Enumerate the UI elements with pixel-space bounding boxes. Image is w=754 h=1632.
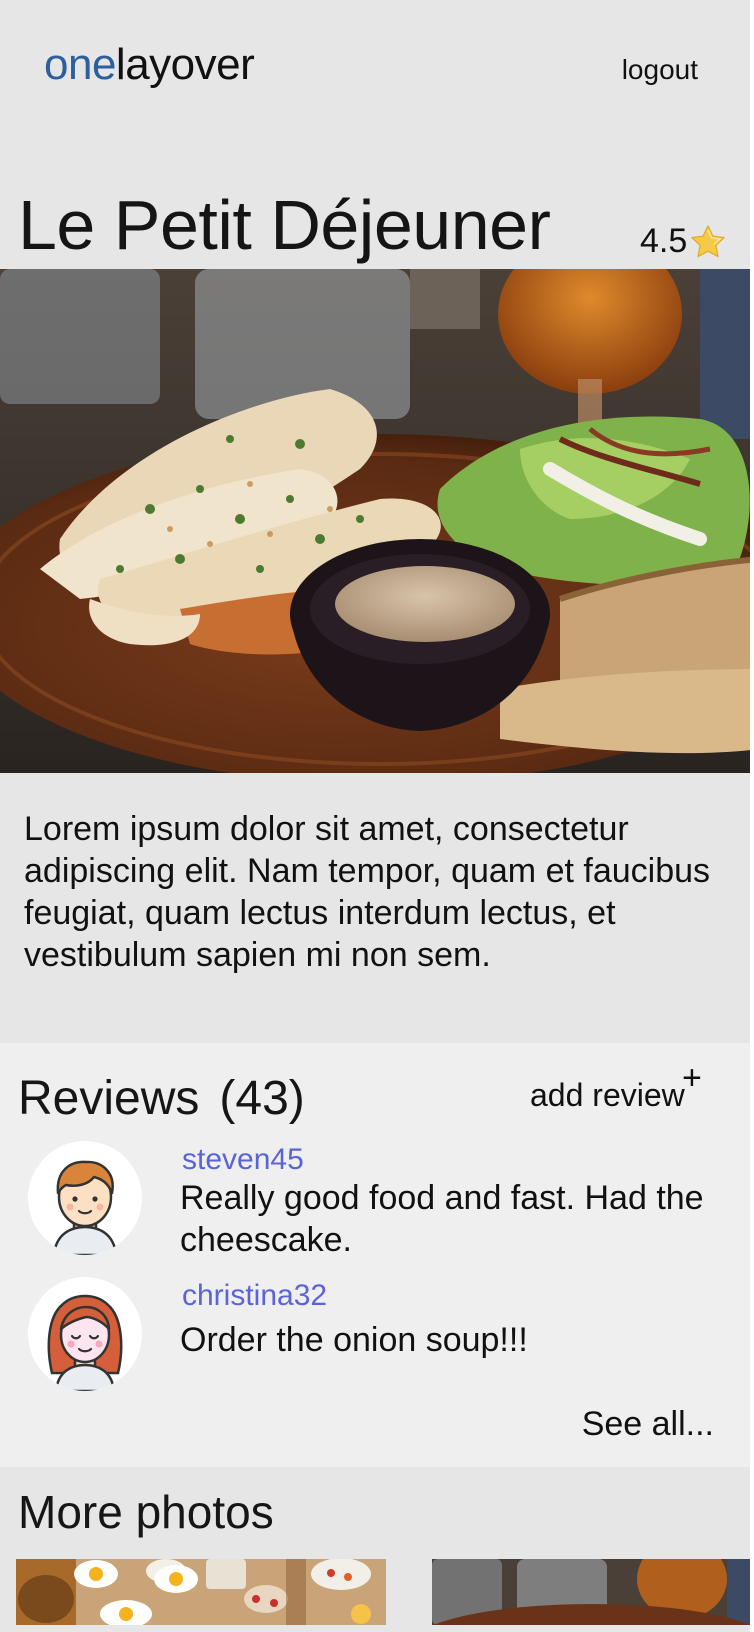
restaurant-page: onelayover logout Le Petit Déjeuner 4.5 bbox=[0, 0, 750, 1632]
see-all-reviews-link[interactable]: See all... bbox=[582, 1405, 714, 1444]
logout-link[interactable]: logout bbox=[622, 54, 698, 86]
reviews-section: Reviews (43) add review + steven45 Reall… bbox=[0, 1043, 750, 1467]
logo-layover: layover bbox=[115, 40, 255, 89]
review-text: Really good food and fast. Had the chees… bbox=[180, 1179, 704, 1259]
app-logo[interactable]: onelayover bbox=[44, 40, 255, 90]
female-avatar-icon bbox=[47, 1294, 123, 1391]
rating-value: 4.5 bbox=[640, 222, 688, 260]
reviews-heading: Reviews (43) bbox=[18, 1071, 305, 1126]
restaurant-name: Le Petit Déjeuner bbox=[18, 186, 551, 264]
male-avatar-icon bbox=[52, 1160, 118, 1255]
plus-icon[interactable]: + bbox=[682, 1061, 702, 1095]
avatar bbox=[28, 1277, 142, 1391]
food-plate-image bbox=[0, 269, 750, 773]
review-username[interactable]: steven45 bbox=[182, 1143, 304, 1177]
restaurant-description: Lorem ipsum dolor sit amet, consectetur … bbox=[24, 810, 711, 974]
app-header: onelayover logout bbox=[0, 0, 750, 140]
add-review-button[interactable]: add review bbox=[530, 1077, 685, 1114]
star-icon bbox=[691, 224, 726, 257]
rating: 4.5 bbox=[640, 222, 727, 261]
review-username[interactable]: christina32 bbox=[182, 1279, 327, 1313]
breakfast-photo bbox=[16, 1559, 386, 1625]
avatar bbox=[28, 1141, 142, 1255]
photo-thumbnail[interactable] bbox=[432, 1559, 750, 1625]
food-plate-photo bbox=[432, 1559, 750, 1625]
more-photos-section: More photos bbox=[0, 1467, 750, 1632]
logo-one: one bbox=[44, 40, 116, 89]
reviews-count: (43) bbox=[219, 1072, 305, 1125]
more-photos-title: More photos bbox=[18, 1486, 274, 1538]
photo-thumbnail[interactable] bbox=[16, 1559, 386, 1625]
review-text: Order the onion soup!!! bbox=[180, 1321, 528, 1359]
hero-photo bbox=[0, 269, 750, 773]
reviews-title: Reviews bbox=[18, 1072, 200, 1125]
